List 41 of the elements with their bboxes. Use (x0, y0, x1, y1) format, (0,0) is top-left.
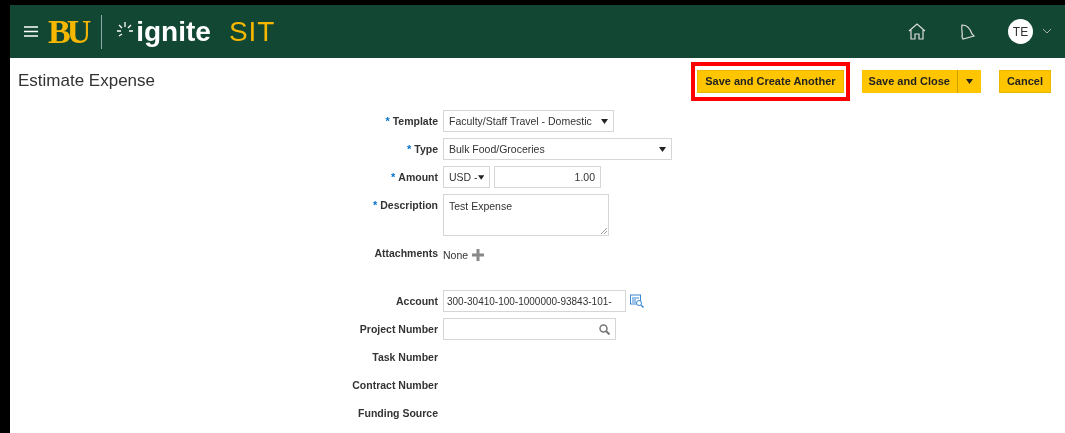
page-title: Estimate Expense (18, 71, 156, 91)
field-label: Account (396, 295, 438, 307)
required-mark: * (385, 115, 390, 127)
field-label: Funding Source (358, 407, 438, 419)
bell-icon[interactable] (958, 22, 976, 41)
brand-logo: BU (48, 12, 88, 51)
field-label: Contract Number (352, 379, 438, 391)
search-field[interactable] (443, 318, 616, 340)
field-label: Template (392, 115, 438, 127)
user-avatar[interactable]: TE (1008, 19, 1033, 44)
attachments-value: None (443, 248, 469, 263)
required-mark: * (407, 143, 412, 155)
action-button[interactable]: Save and Create Another (697, 69, 844, 93)
required-mark: * (372, 199, 378, 211)
action-button[interactable]: Cancel (998, 69, 1051, 93)
chevron-down-icon[interactable] (1043, 29, 1051, 34)
environment-label: SIT (228, 15, 276, 48)
required-mark: * (391, 171, 396, 183)
caret-icon (965, 78, 973, 84)
field-label: Project Number (359, 323, 438, 335)
caret-icon (659, 146, 666, 152)
field-label: Amount (398, 171, 438, 183)
select-field[interactable]: Bulk Food/Groceries (443, 138, 672, 160)
add-icon[interactable] (472, 249, 485, 261)
resize-grip-icon[interactable] (601, 228, 607, 234)
menu-icon[interactable] (24, 26, 38, 37)
caret-icon (601, 118, 608, 124)
search-icon[interactable] (599, 323, 610, 335)
lookup-icon[interactable] (630, 294, 644, 308)
currency-select[interactable]: USD - (443, 166, 490, 188)
account-field[interactable]: 300-30410-100-1000000-93843-101- (443, 290, 626, 312)
description-field[interactable]: Test Expense (443, 194, 609, 236)
field-label: Description (380, 199, 438, 211)
caret-icon (477, 174, 484, 180)
field-label: Task Number (372, 351, 438, 363)
field-label: Attachments (374, 247, 438, 259)
home-icon[interactable] (908, 23, 926, 40)
select-field[interactable]: Faculty/Staff Travel - Domestic (443, 110, 614, 132)
amount-field[interactable]: 1.00 (494, 166, 601, 188)
field-label: Type (414, 143, 438, 155)
app-name: ignite (136, 15, 211, 48)
